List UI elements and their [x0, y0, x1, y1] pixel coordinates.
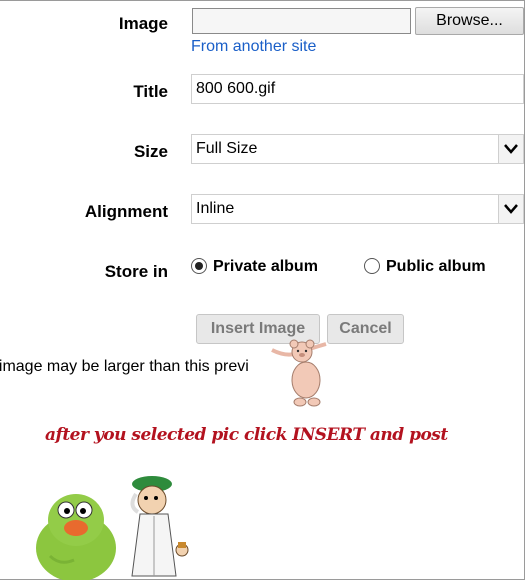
alignment-select[interactable]: Inline [191, 194, 524, 224]
chevron-down-icon[interactable] [498, 195, 523, 223]
chevron-down-icon[interactable] [498, 135, 523, 163]
alignment-selected-value: Inline [196, 200, 235, 217]
size-select[interactable]: Full Size [191, 134, 524, 164]
public-album-label: Public album [386, 258, 486, 275]
public-album-radio[interactable] [364, 258, 380, 274]
size-selected-value: Full Size [196, 140, 258, 157]
cancel-button[interactable]: Cancel [327, 314, 404, 344]
title-input[interactable]: 800 600.gif [191, 74, 524, 104]
store-in-label: Store in [104, 262, 168, 281]
private-album-radio[interactable] [191, 258, 207, 274]
preview-note: al image may be larger than this previ [0, 358, 249, 375]
private-album-option[interactable]: Private album [191, 258, 318, 276]
title-label: Title [133, 82, 168, 101]
private-album-label: Private album [213, 258, 318, 275]
image-label: Image [118, 14, 168, 33]
public-album-option[interactable]: Public album [364, 258, 486, 276]
green-monster-sticker [30, 486, 122, 585]
bear-sticker [270, 338, 328, 413]
alignment-label: Alignment [84, 202, 168, 221]
from-another-site-link[interactable]: From another site [191, 38, 316, 56]
browse-button[interactable]: Browse... [415, 7, 524, 35]
size-label: Size [133, 142, 168, 161]
file-path-field[interactable] [192, 8, 411, 34]
scientist-sticker [118, 472, 198, 585]
instruction-text: after you selected pic click INSERT and … [45, 425, 448, 445]
